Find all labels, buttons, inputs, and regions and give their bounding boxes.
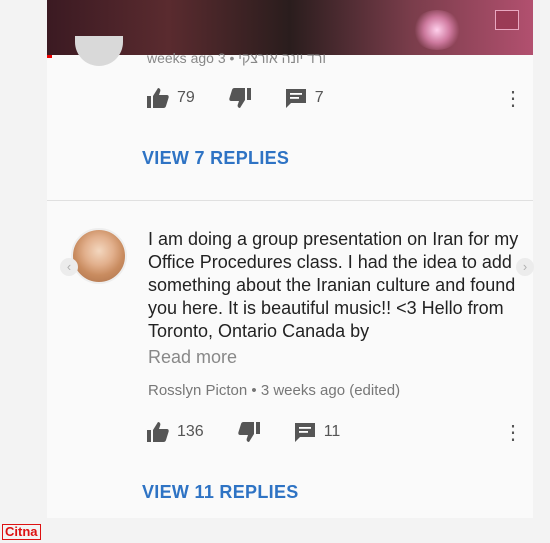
thumbs-up-icon <box>147 88 169 108</box>
more-vert-icon[interactable]: ⋮ <box>503 89 523 109</box>
channel-logo-icon <box>495 10 519 30</box>
author-name[interactable]: Rosslyn Picton <box>148 382 247 399</box>
view-replies-link[interactable]: VIEW 7 REPLIES <box>142 148 289 169</box>
meta-separator: • <box>251 382 257 399</box>
avatar[interactable] <box>71 228 127 284</box>
like-button[interactable]: 136 <box>147 422 204 442</box>
thumbs-down-icon <box>238 422 260 442</box>
comment-meta: ורד יונה אורצקי • 3 weeks ago <box>147 50 326 66</box>
comment-actions: 136 11 <box>147 422 374 442</box>
comments-panel: ורד יונה אורצקי • 3 weeks ago 79 7 ⋮ VIE… <box>47 0 533 518</box>
comment-actions: 79 7 <box>147 88 358 108</box>
like-count: 136 <box>177 423 204 440</box>
thumbs-up-icon <box>147 422 169 442</box>
thumbs-down-icon <box>229 88 251 108</box>
like-button[interactable]: 79 <box>147 88 195 108</box>
dislike-button[interactable] <box>238 422 260 442</box>
comment-icon <box>294 423 315 442</box>
view-replies-link[interactable]: VIEW 11 REPLIES <box>142 482 299 503</box>
comment-time: 3 weeks ago (edited) <box>260 382 401 399</box>
watermark-logo: Citna <box>2 524 41 540</box>
dislike-button[interactable] <box>229 88 251 108</box>
stage-light <box>412 10 462 50</box>
chevron-left-icon[interactable]: ‹ <box>60 258 78 276</box>
comment-meta: Rosslyn Picton • 3 weeks ago (edited) <box>148 382 400 399</box>
comment-text: I am doing a group presentation on Iran … <box>148 229 519 341</box>
divider <box>47 200 533 201</box>
reply-button[interactable]: 11 <box>294 422 341 442</box>
comment-icon <box>285 89 306 108</box>
more-vert-icon[interactable]: ⋮ <box>503 423 523 443</box>
video-progress-bar <box>47 55 52 58</box>
like-count: 79 <box>177 89 195 106</box>
chevron-right-icon[interactable]: › <box>516 258 534 276</box>
read-more-link[interactable]: Read more <box>148 347 237 368</box>
avatar[interactable] <box>75 36 123 66</box>
reply-button[interactable]: 7 <box>285 88 324 108</box>
reply-count: 11 <box>323 423 341 440</box>
reply-count: 7 <box>314 89 324 106</box>
